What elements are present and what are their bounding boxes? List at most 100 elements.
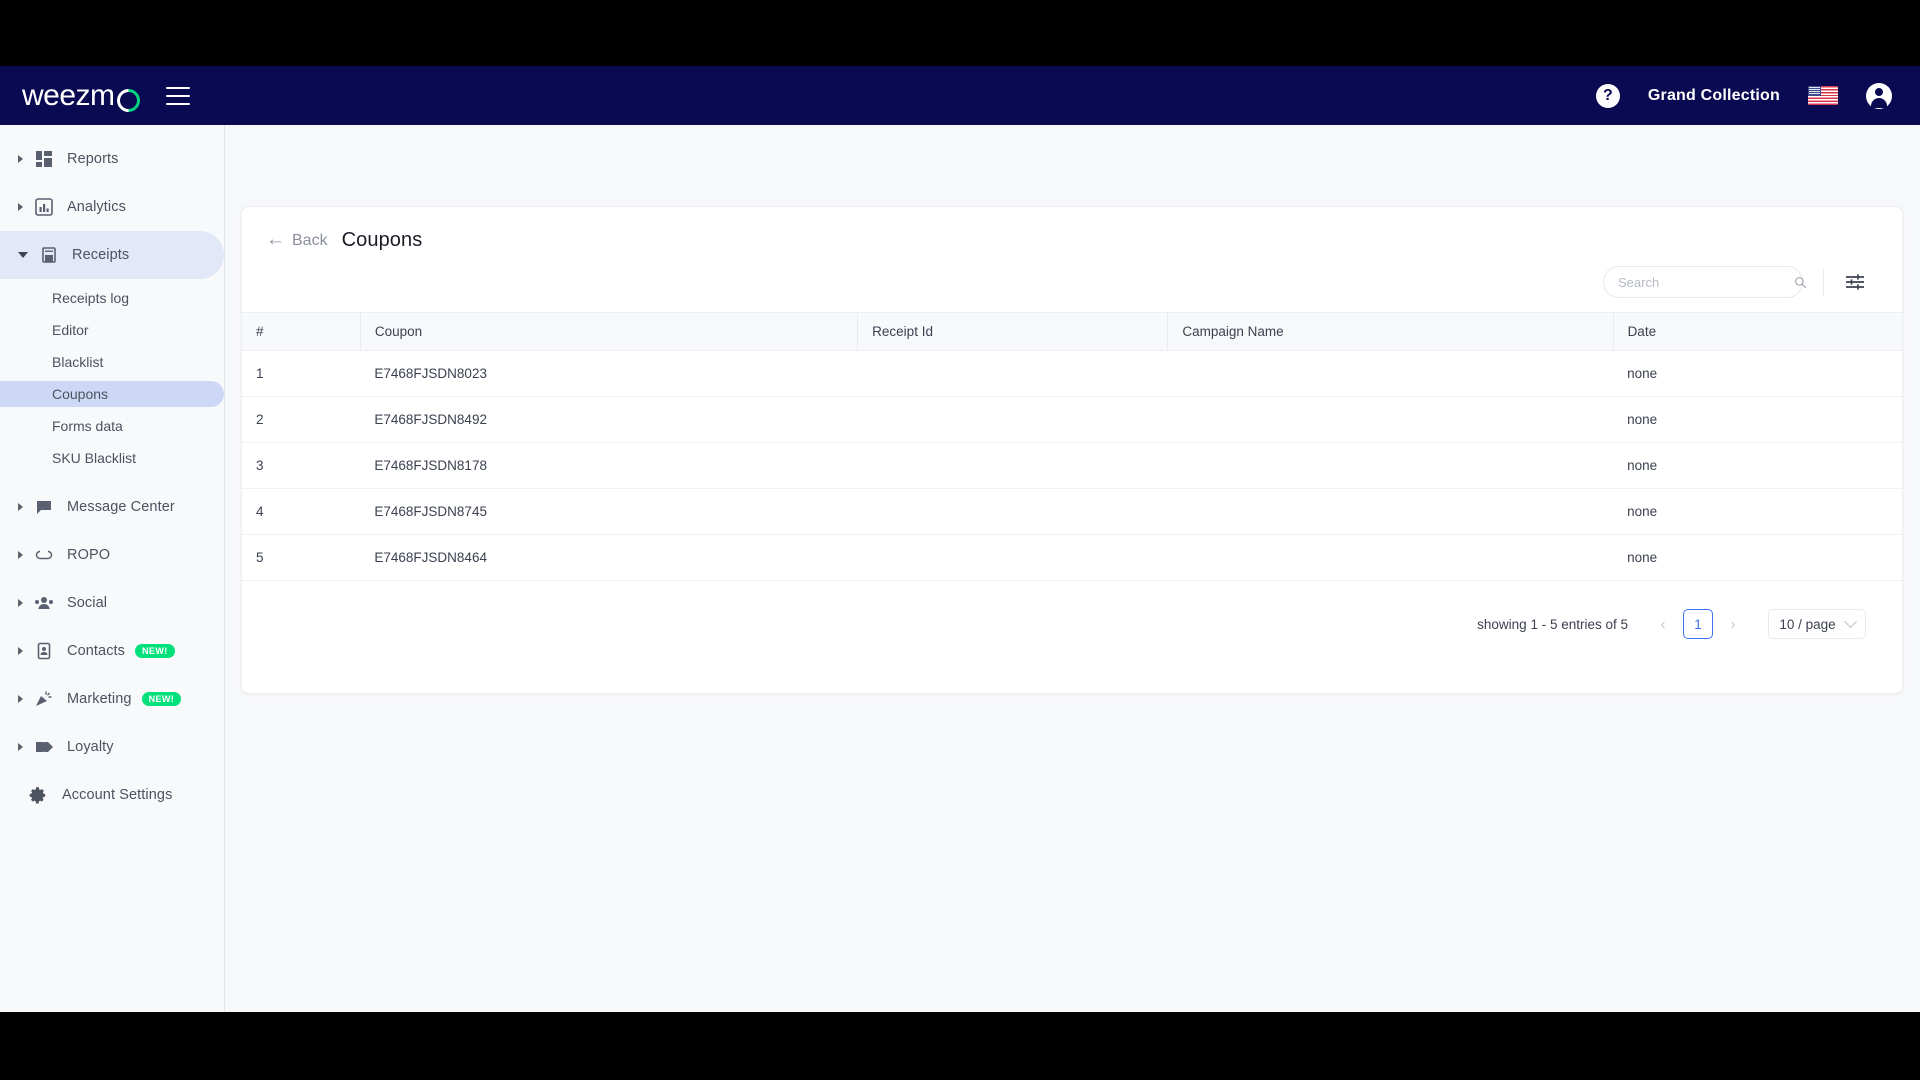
user-avatar-icon[interactable] [1866,82,1892,109]
search-icon [1795,276,1807,288]
organization-name: Grand Collection [1647,86,1780,104]
card-header: ← Back Coupons [242,207,1902,252]
toolbar-divider [1823,269,1824,295]
sidebar-item-account-settings[interactable]: Account Settings [0,771,224,819]
cell-index: 4 [242,488,361,535]
page-title: Coupons [341,229,423,251]
hamburger-menu-icon[interactable] [165,86,190,105]
cell-campaign-name [1167,350,1614,397]
sidebar-subitem-label: Forms data [52,418,123,434]
sidebar-item-label: Receipts [72,247,130,263]
cell-index: 5 [242,534,361,581]
sidebar-item-label: Analytics [67,199,126,215]
help-icon[interactable]: ? [1595,83,1620,108]
table-row[interactable]: 2 E7468FJSDN8492 none [242,396,1902,443]
sidebar-subitem-label: Coupons [52,386,109,402]
infinity-icon [34,545,54,565]
column-header-index[interactable]: # [242,312,361,351]
sidebar-item-forms-data[interactable]: Forms data [0,413,224,439]
chevron-right-icon [18,647,23,655]
table-row[interactable]: 5 E7468FJSDN8464 none [242,534,1902,581]
megaphone-icon [34,689,54,709]
cell-receipt-id [857,488,1168,535]
cell-campaign-name [1167,442,1614,489]
chevron-down-icon [1843,614,1857,628]
chat-icon [34,497,54,517]
logo-text: weezm [22,78,115,112]
sidebar-item-social[interactable]: Social [0,579,224,627]
chevron-right-icon [18,503,23,511]
sidebar-item-blacklist[interactable]: Blacklist [0,349,224,375]
column-header-coupon[interactable]: Coupon [359,312,858,351]
table-row[interactable]: 3 E7468FJSDN8178 none [242,442,1902,489]
status-badge: NEW! [135,644,175,658]
table-row[interactable]: 4 E7468FJSDN8745 none [242,488,1902,535]
table-header-row: # Coupon Receipt Id Campaign Name Date [242,312,1902,351]
table-header: # Coupon Receipt Id Campaign Name Date [242,312,1902,351]
per-page-label: 10 / page [1779,616,1836,632]
cell-coupon: E7468FJSDN8464 [360,534,858,581]
sidebar-item-loyalty[interactable]: Loyalty [0,723,224,771]
sidebar-subitem-label: Blacklist [52,354,104,370]
contact-book-icon [34,641,54,661]
filter-settings-icon[interactable] [1844,272,1866,292]
grid-icon [34,149,54,169]
cell-receipt-id [857,350,1168,397]
brand-logo[interactable]: weezm [22,78,145,117]
receipts-submenu: Receipts log Editor Blacklist Coupons Fo… [0,285,224,471]
cell-index: 3 [242,442,361,489]
coupons-table: # Coupon Receipt Id Campaign Name Date 1… [242,312,1902,581]
sidebar-item-coupons[interactable]: Coupons [0,381,224,407]
cell-coupon: E7468FJSDN8745 [360,488,858,535]
sidebar-item-label: Message Center [67,499,175,515]
gear-icon [28,785,48,805]
chevron-right-icon [18,551,23,559]
sidebar-item-ropo[interactable]: ROPO [0,531,224,579]
table-body: 1 E7468FJSDN8023 none 2 E7468FJSDN8492 n… [242,350,1902,581]
cell-index: 1 [242,350,361,397]
cell-coupon: E7468FJSDN8492 [360,396,858,443]
back-arrow-icon[interactable]: ← [266,230,285,249]
sidebar-item-reports[interactable]: Reports [0,135,224,183]
search-input[interactable] [1618,274,1794,290]
table-row[interactable]: 1 E7468FJSDN8023 none [242,350,1902,397]
status-badge: NEW! [141,692,182,706]
sidebar-item-receipts[interactable]: Receipts [0,231,224,279]
pagination-prev-button[interactable]: ‹ [1650,611,1676,637]
cell-receipt-id [857,442,1168,489]
sidebar-item-analytics[interactable]: Analytics [0,183,224,231]
cell-coupon: E7468FJSDN8178 [360,442,858,489]
bar-chart-icon [34,197,54,217]
pagination-info: showing 1 - 5 entries of 5 [1477,616,1628,632]
column-header-date[interactable]: Date [1612,312,1902,351]
pagination-next-button[interactable]: › [1720,611,1746,637]
sidebar-item-label: ROPO [67,547,111,563]
chevron-right-icon [18,599,23,607]
chevron-right-icon [18,155,23,163]
sidebar-item-label: Account Settings [62,787,173,803]
cell-receipt-id [857,534,1168,581]
sidebar-item-receipts-log[interactable]: Receipts log [0,285,224,311]
sidebar-item-contacts[interactable]: Contacts NEW! [0,627,224,675]
column-header-receipt-id[interactable]: Receipt Id [857,312,1168,351]
us-flag-icon[interactable] [1808,86,1838,105]
pagination-page-1[interactable]: 1 [1683,609,1713,639]
per-page-select[interactable]: 10 / page [1768,609,1866,639]
receipt-icon [39,245,59,265]
sidebar-item-marketing[interactable]: Marketing NEW! [0,675,224,723]
sidebar-item-editor[interactable]: Editor [0,317,224,343]
chevron-right-icon [18,695,23,703]
cell-date: none [1613,534,1902,581]
tag-icon [34,737,54,757]
column-header-campaign-name[interactable]: Campaign Name [1167,312,1614,351]
search-box[interactable] [1603,266,1807,298]
sidebar-item-label: Reports [67,151,119,167]
sidebar-subitem-label: Receipts log [52,290,130,306]
sidebar-item-sku-blacklist[interactable]: SKU Blacklist [0,445,224,471]
sidebar-navigation: Reports Analytics Receipts Receipts log … [0,125,225,1012]
sidebar-item-label: Contacts [67,643,126,659]
back-button[interactable]: Back [292,232,328,250]
cell-date: none [1613,442,1902,489]
sidebar-item-message-center[interactable]: Message Center [0,483,224,531]
cell-receipt-id [857,396,1168,443]
